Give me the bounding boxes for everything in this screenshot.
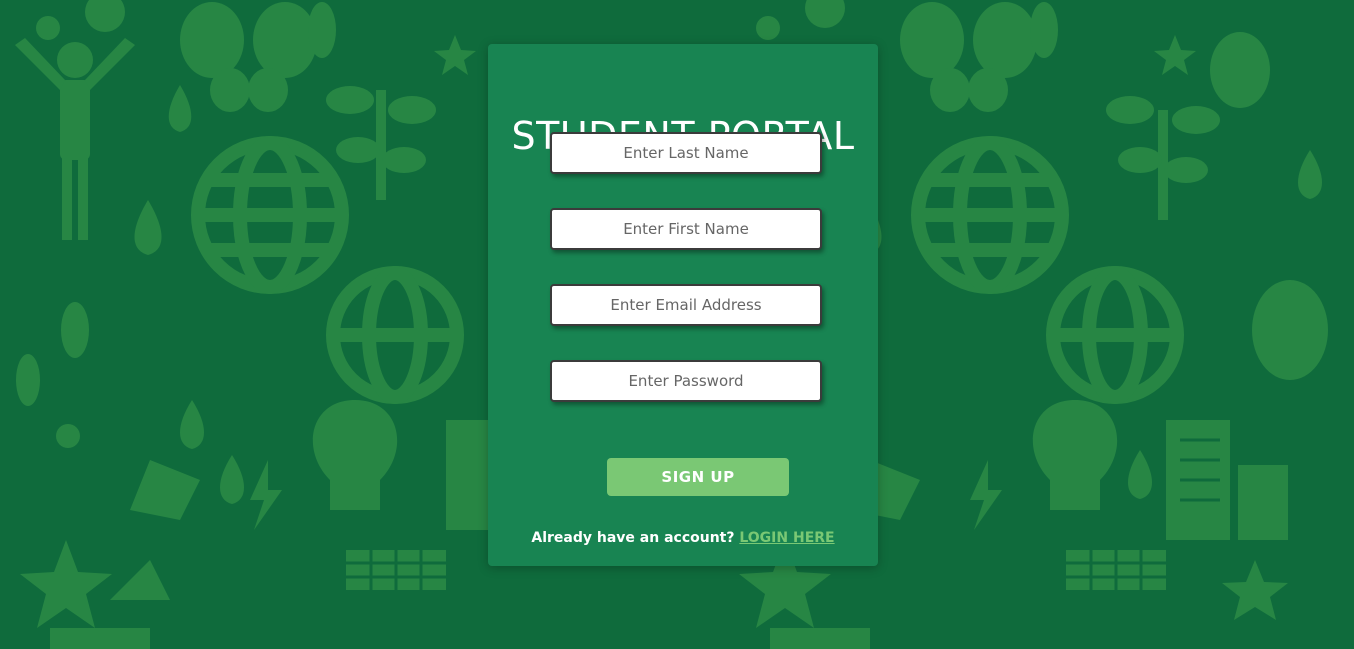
leaf-icon <box>1030 2 1058 58</box>
solar-panel-icon <box>50 628 150 649</box>
leaf-icon <box>1252 280 1328 380</box>
solar-panel-icon <box>770 628 870 649</box>
leaf-icon <box>16 354 40 406</box>
signup-button[interactable]: SIGN UP <box>607 458 789 496</box>
login-prompt: Already have an account? LOGIN HERE <box>488 530 878 546</box>
gear-icon <box>56 424 80 448</box>
building-icon <box>446 420 488 530</box>
signup-card: STUDENT PORTAL SIGN UP Already have an a… <box>488 44 878 566</box>
login-prompt-text: Already have an account? <box>531 530 735 546</box>
leaf-icon <box>308 2 336 58</box>
first-name-input[interactable] <box>550 208 822 250</box>
email-input[interactable] <box>550 284 822 326</box>
gear-icon <box>756 16 780 40</box>
password-input[interactable] <box>550 360 822 402</box>
login-here-link[interactable]: LOGIN HERE <box>739 530 834 546</box>
gear-icon <box>36 16 60 40</box>
leaf-icon <box>61 302 89 358</box>
leaf-icon <box>1210 32 1270 108</box>
last-name-input[interactable] <box>550 132 822 174</box>
